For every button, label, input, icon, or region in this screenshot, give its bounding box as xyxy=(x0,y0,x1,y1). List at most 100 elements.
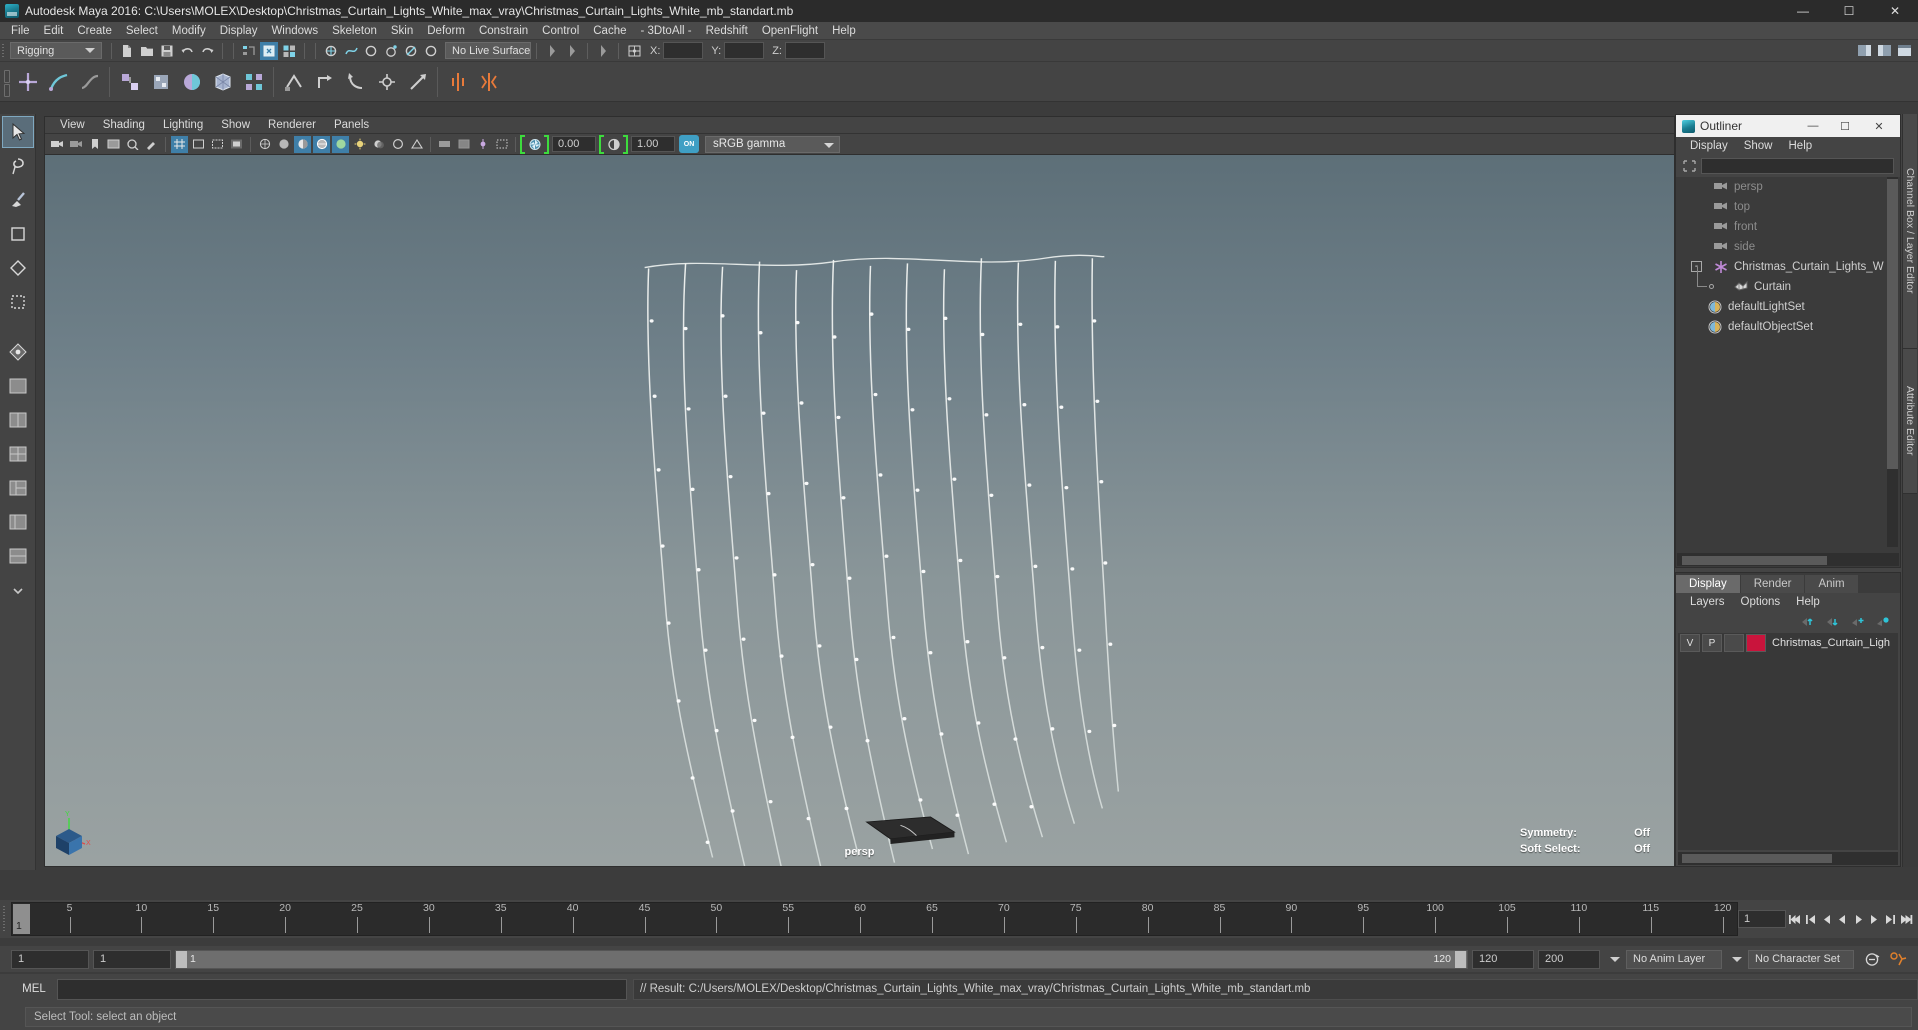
color-management-toggle[interactable]: ON xyxy=(679,135,699,153)
scale-tool-icon[interactable] xyxy=(2,286,34,318)
select-by-component-button[interactable] xyxy=(280,42,298,60)
show-hide-editors-3-button[interactable] xyxy=(594,42,612,60)
shelf-scale-constraint-icon[interactable] xyxy=(372,66,401,98)
panel-menu-show[interactable]: Show xyxy=(212,119,259,131)
wireframe-on-shaded-icon[interactable] xyxy=(313,135,330,153)
save-scene-button[interactable] xyxy=(158,42,176,60)
anti-aliasing-icon[interactable] xyxy=(408,136,425,153)
layout-three-panes-icon[interactable] xyxy=(2,472,34,504)
show-hide-editors-1-button[interactable] xyxy=(543,42,561,60)
outliner-item-persp[interactable]: persp xyxy=(1677,177,1899,197)
image-plane-icon[interactable] xyxy=(105,136,122,153)
selection-mask-icon[interactable] xyxy=(625,42,643,60)
range-left-handle[interactable] xyxy=(176,950,187,968)
bookmark-icon[interactable] xyxy=(86,136,103,153)
resolution-gate-icon[interactable] xyxy=(209,136,226,153)
menu-item-file[interactable]: File xyxy=(4,22,37,40)
layout-more-icon[interactable] xyxy=(2,574,34,606)
menu-item-cache[interactable]: Cache xyxy=(586,22,633,40)
menu-item-openflight[interactable]: OpenFlight xyxy=(755,22,825,40)
rotate-tool-icon[interactable] xyxy=(2,252,34,284)
playback-start-time-field[interactable]: 1 xyxy=(93,949,171,969)
shelf-mirror-joint-icon[interactable] xyxy=(443,66,472,98)
camera-attributes-icon[interactable] xyxy=(67,136,84,153)
paint-select-tool-icon[interactable] xyxy=(2,184,34,216)
menu-item-edit[interactable]: Edit xyxy=(37,22,71,40)
auto-keyframe-toggle-icon[interactable] xyxy=(1861,950,1883,969)
command-input[interactable] xyxy=(57,978,627,1000)
snap-to-view-planes-button[interactable] xyxy=(402,42,420,60)
show-hide-editors-2-button[interactable] xyxy=(563,42,581,60)
layer-row[interactable]: V P Christmas_Curtain_Ligh xyxy=(1678,633,1898,653)
outliner-menu-show[interactable]: Show xyxy=(1736,140,1781,152)
shelf-ik-handle-icon[interactable] xyxy=(44,66,73,98)
menu-item-select[interactable]: Select xyxy=(119,22,165,40)
menu-item-3dtoall[interactable]: - 3DtoAll - xyxy=(634,22,699,40)
outliner-close-icon[interactable]: ✕ xyxy=(1864,115,1894,137)
exposure-icon[interactable] xyxy=(526,136,543,153)
tab-attribute-editor[interactable]: Attribute Editor xyxy=(1903,349,1917,494)
view-cube-icon[interactable] xyxy=(53,826,85,858)
move-layer-up-icon[interactable] xyxy=(1801,615,1815,627)
outliner-item-defaultlightset[interactable]: defaultLightSet xyxy=(1677,297,1899,317)
two-d-pan-zoom-icon[interactable] xyxy=(124,136,141,153)
play-backwards-icon[interactable] xyxy=(1836,910,1850,929)
wireframe-shading-icon[interactable] xyxy=(256,136,273,153)
outliner-item-curtain[interactable]: Curtain xyxy=(1677,267,1899,297)
create-new-layer-icon[interactable] xyxy=(1851,615,1865,627)
universal-manipulator-icon[interactable] xyxy=(2,336,34,368)
open-scene-button[interactable] xyxy=(138,42,156,60)
shelf-ik-spline-icon[interactable] xyxy=(75,66,104,98)
menu-item-redshift[interactable]: Redshift xyxy=(699,22,755,40)
step-forward-frame-icon[interactable] xyxy=(1868,910,1882,929)
layout-two-panes-icon[interactable] xyxy=(2,404,34,436)
shadows-icon[interactable] xyxy=(370,136,387,153)
move-tool-icon[interactable] xyxy=(2,218,34,250)
shelf-aim-constraint-icon[interactable] xyxy=(403,66,432,98)
outliner-horizontal-scroll-thumb[interactable] xyxy=(1682,556,1827,565)
menu-item-create[interactable]: Create xyxy=(70,22,119,40)
shelf-orient-constraint-icon[interactable] xyxy=(341,66,370,98)
step-back-frame-icon[interactable] xyxy=(1820,910,1834,929)
menu-item-help[interactable]: Help xyxy=(825,22,863,40)
layout-four-panes-icon[interactable] xyxy=(2,438,34,470)
menu-item-constrain[interactable]: Constrain xyxy=(472,22,535,40)
select-camera-icon[interactable] xyxy=(48,136,65,153)
viewport-canvas[interactable]: Y X Z persp Symmetry: Off So xyxy=(45,155,1674,866)
status-line-grip[interactable] xyxy=(0,41,8,61)
outliner-menu-help[interactable]: Help xyxy=(1781,140,1821,152)
layout-single-icon[interactable] xyxy=(2,370,34,402)
tab-anim[interactable]: Anim xyxy=(1805,575,1858,593)
shelf-cluster-icon[interactable] xyxy=(239,66,268,98)
shelf-lattice-icon[interactable] xyxy=(208,66,237,98)
snap-to-point-button[interactable] xyxy=(362,42,380,60)
panel-menu-shading[interactable]: Shading xyxy=(94,119,154,131)
layer-visibility-toggle[interactable]: V xyxy=(1680,634,1700,652)
redo-button[interactable] xyxy=(198,42,216,60)
menu-item-display[interactable]: Display xyxy=(213,22,265,40)
shelf-grip[interactable] xyxy=(0,64,12,100)
shelf-point-constraint-icon[interactable] xyxy=(310,66,339,98)
new-scene-button[interactable] xyxy=(118,42,136,60)
menu-item-deform[interactable]: Deform xyxy=(420,22,472,40)
filter-icon[interactable] xyxy=(1682,159,1697,173)
isolate-select-icon[interactable] xyxy=(493,136,510,153)
chevron-down-icon[interactable] xyxy=(1732,956,1742,962)
layer-menu-options[interactable]: Options xyxy=(1733,596,1789,608)
shelf-blendshape-icon[interactable] xyxy=(177,66,206,98)
current-time-indicator[interactable]: 1 xyxy=(13,904,30,934)
motion-blur-icon[interactable] xyxy=(436,136,453,153)
use-all-lights-icon[interactable] xyxy=(351,136,368,153)
live-surface-field[interactable]: No Live Surface xyxy=(445,42,531,59)
range-right-handle[interactable] xyxy=(1455,950,1466,968)
go-to-start-icon[interactable] xyxy=(1788,910,1802,929)
menu-item-windows[interactable]: Windows xyxy=(264,22,325,40)
x-coordinate-field[interactable] xyxy=(663,42,704,59)
time-slider-track[interactable]: 1 5 10 15 20 25 30 35 40 45 50 55 60 65 70 75 80 85 90 95 1… xyxy=(11,902,1738,936)
smooth-shade-selected-icon[interactable] xyxy=(294,135,311,153)
menu-item-modify[interactable]: Modify xyxy=(165,22,213,40)
z-coordinate-field[interactable] xyxy=(784,42,825,59)
move-layer-down-icon[interactable] xyxy=(1826,615,1840,627)
layout-outliner-persp-icon[interactable] xyxy=(2,506,34,538)
menu-set-selector[interactable]: Rigging xyxy=(10,42,102,59)
